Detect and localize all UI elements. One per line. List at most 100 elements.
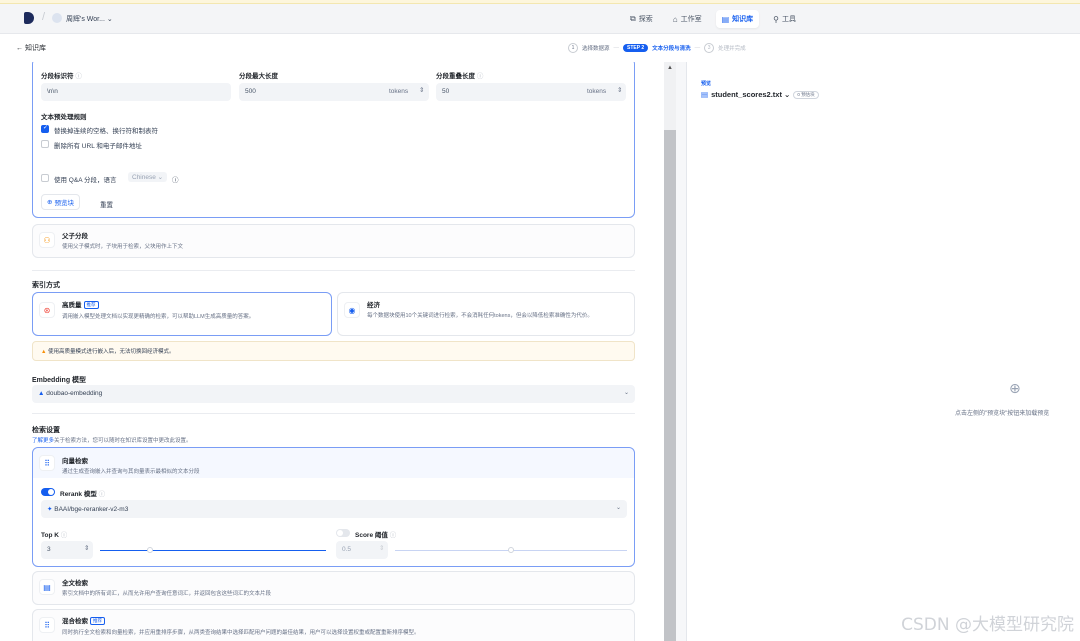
embedding-label: Embedding 模型	[32, 377, 87, 384]
search-icon: ⊕	[47, 199, 53, 206]
index-warning: ▲ 使用高质量模式进行嵌入后，无法切换回经济模式。	[32, 341, 635, 361]
economy-icon: ◉	[344, 302, 360, 318]
parent-child-title: 父子分段	[62, 233, 88, 240]
preprocess-label: 文本预处理规则	[41, 114, 87, 121]
nav-separator: /	[42, 11, 46, 23]
preview-label: 预览	[701, 81, 712, 87]
rerank-provider-icon: ✦	[47, 506, 53, 513]
score-threshold-slider[interactable]	[395, 547, 627, 553]
info-icon: ⓘ	[75, 73, 82, 80]
score-threshold-label-text: Score 阈值	[355, 532, 388, 539]
rule2-checkbox[interactable]	[41, 140, 49, 148]
preview-chunks-label: 预览块	[54, 200, 74, 207]
fulltext-search-title: 全文检索	[62, 580, 88, 587]
nav-studio[interactable]: ⌂ 工作室	[667, 10, 708, 28]
scroll-up-arrow-icon[interactable]: ▲	[667, 65, 673, 71]
chevron-down-icon: ⌄	[623, 390, 629, 396]
rerank-model-select[interactable]: ✦ BAAI/bge-reranker-v2-m3 ⌄	[41, 500, 627, 518]
qa-checkbox[interactable]	[41, 174, 49, 182]
back-to-knowledge[interactable]: ← 知识库	[16, 43, 46, 53]
rerank-toggle[interactable]	[41, 488, 55, 496]
rerank-label: Rerank 模型 ⓘ	[60, 488, 105, 498]
rerank-label-text: Rerank 模型	[60, 491, 97, 498]
divider	[32, 270, 635, 271]
rule1-checkbox[interactable]	[41, 124, 49, 133]
topk-stepper-icon[interactable]: ⇕	[84, 544, 89, 552]
topk-slider-thumb[interactable]	[146, 547, 153, 553]
nav-tools[interactable]: ⚲ 工具	[767, 10, 802, 28]
info-icon: ⓘ	[98, 491, 106, 498]
maxlen-unit: tokens	[389, 88, 409, 95]
index-section-title: 索引方式	[32, 282, 60, 289]
step1-number: 1	[568, 43, 578, 53]
step1-label: 选择数据源	[582, 46, 610, 52]
chevron-down-icon: ⌄	[615, 505, 621, 511]
top-nav: / 周辉's Wor... ⌄ ⧉ 探索 ⌂ 工作室 ▤ 知识库 ⚲ 工具	[0, 4, 1080, 34]
app-logo[interactable]	[24, 12, 34, 24]
step-divider: —	[694, 45, 701, 51]
recommended-tag: 推荐	[90, 617, 105, 626]
retrieval-section-title: 检索设置	[32, 427, 60, 434]
embedding-model-select[interactable]: ▲ doubao-embedding ⌄	[32, 385, 635, 403]
model-provider-icon: ▲	[38, 390, 45, 397]
step3-label: 处理并完成	[718, 46, 746, 52]
score-stepper-icon[interactable]: ⇕	[379, 544, 384, 552]
economy-desc: 每个数据块使用10个关键词进行检索，不会消耗任何tokens，但会以降低检索准确…	[367, 313, 593, 319]
maxlen-label: 分段最大长度	[239, 73, 278, 80]
scrollbar-thumb[interactable]	[664, 130, 676, 641]
info-icon: ⓘ	[389, 532, 397, 539]
parent-child-card[interactable]	[32, 224, 635, 258]
parent-child-desc: 使用父子模式时，子块用于检索，父块用作上下文	[62, 244, 184, 250]
hybrid-search-icon: ⠿	[39, 617, 55, 633]
rule1-label: 替换掉连续的空格、换行符和制表符	[54, 128, 158, 135]
vector-search-title: 向量检索	[62, 458, 88, 465]
settings-panel: 分段标识符 ⓘ \n\n 分段最大长度 500 tokens ⇕ 分段重叠长度 …	[0, 62, 664, 641]
vector-search-desc: 通过生成查询嵌入并查询与其向量表示最相似的文本分段	[62, 469, 200, 475]
qa-language-select[interactable]: Chinese ⌄	[128, 172, 168, 182]
maxlen-stepper-icon[interactable]: ⇕	[419, 86, 424, 94]
search-empty-icon: ⊕	[1009, 380, 1021, 396]
vector-search-icon: ⠿	[39, 455, 55, 471]
nav-tools-label: 工具	[782, 16, 796, 23]
step2-badge: STEP 2	[623, 44, 649, 52]
retrieval-desc-text: 关于检索方法，您可以随时在知识库设置中更改此设置。	[54, 438, 192, 444]
preview-file-select[interactable]: ▤ student_scores2.txt ⌄ 0 预估块	[701, 90, 819, 99]
delimiter-label-text: 分段标识符	[41, 73, 74, 80]
high-quality-desc: 调用嵌入模型处理文档以实现更精确的检索，可以帮助LLM生成高质量的答案。	[62, 314, 255, 320]
rule2-label: 删除所有 URL 和电子邮件地址	[54, 143, 142, 150]
embedding-model-value: doubao-embedding	[46, 390, 103, 397]
overlap-label: 分段重叠长度 ⓘ	[436, 70, 483, 80]
workspace-avatar	[52, 13, 62, 23]
hybrid-search-card[interactable]	[32, 609, 635, 641]
high-quality-title-text: 高质量	[62, 302, 82, 309]
overlap-stepper-icon[interactable]: ⇕	[617, 86, 622, 94]
economy-title: 经济	[367, 302, 380, 309]
overlap-label-text: 分段重叠长度	[436, 73, 475, 80]
qa-label: 使用 Q&A 分段，语言	[54, 177, 117, 184]
file-icon: ▤	[701, 90, 709, 99]
delimiter-input[interactable]: \n\n	[41, 83, 231, 101]
preview-panel: 预览 ▤ student_scores2.txt ⌄ 0 预估块 ⊕ 点击左侧的…	[686, 62, 1080, 641]
info-icon: ⓘ	[476, 73, 484, 80]
tools-icon: ⚲	[773, 14, 779, 24]
nav-knowledge[interactable]: ▤ 知识库	[715, 10, 760, 28]
topk-label: Top K ⓘ	[41, 529, 67, 539]
info-icon: ⓘ	[60, 532, 68, 539]
recommended-tag: 推荐	[83, 301, 99, 310]
high-quality-icon: ⊛	[39, 302, 55, 318]
workspace-switcher[interactable]: 周辉's Wor... ⌄	[66, 14, 113, 24]
preview-chunks-button[interactable]: ⊕ 预览块	[41, 194, 80, 210]
learn-more-link[interactable]: 了解更多	[32, 438, 54, 444]
retrieval-desc: 了解更多关于检索方法，您可以随时在知识库设置中更改此设置。	[32, 436, 192, 444]
score-slider-thumb[interactable]	[508, 547, 514, 553]
book-icon: ▤	[721, 14, 730, 24]
topk-slider[interactable]	[100, 547, 326, 553]
index-warning-text: 使用高质量模式进行嵌入后，无法切换回经济模式。	[47, 349, 175, 355]
score-threshold-toggle[interactable]	[336, 529, 350, 537]
nav-explore[interactable]: ⧉ 探索	[624, 10, 659, 28]
fulltext-search-card[interactable]	[32, 571, 635, 605]
preview-file-name: student_scores2.txt ⌄	[711, 90, 791, 99]
stepper: 1 选择数据源 — STEP 2 文本分段与清洗 — 3 处理并完成	[568, 43, 746, 53]
nav-links: ⧉ 探索 ⌂ 工作室 ▤ 知识库 ⚲ 工具	[624, 10, 802, 28]
reset-button[interactable]: 重置	[100, 199, 113, 209]
